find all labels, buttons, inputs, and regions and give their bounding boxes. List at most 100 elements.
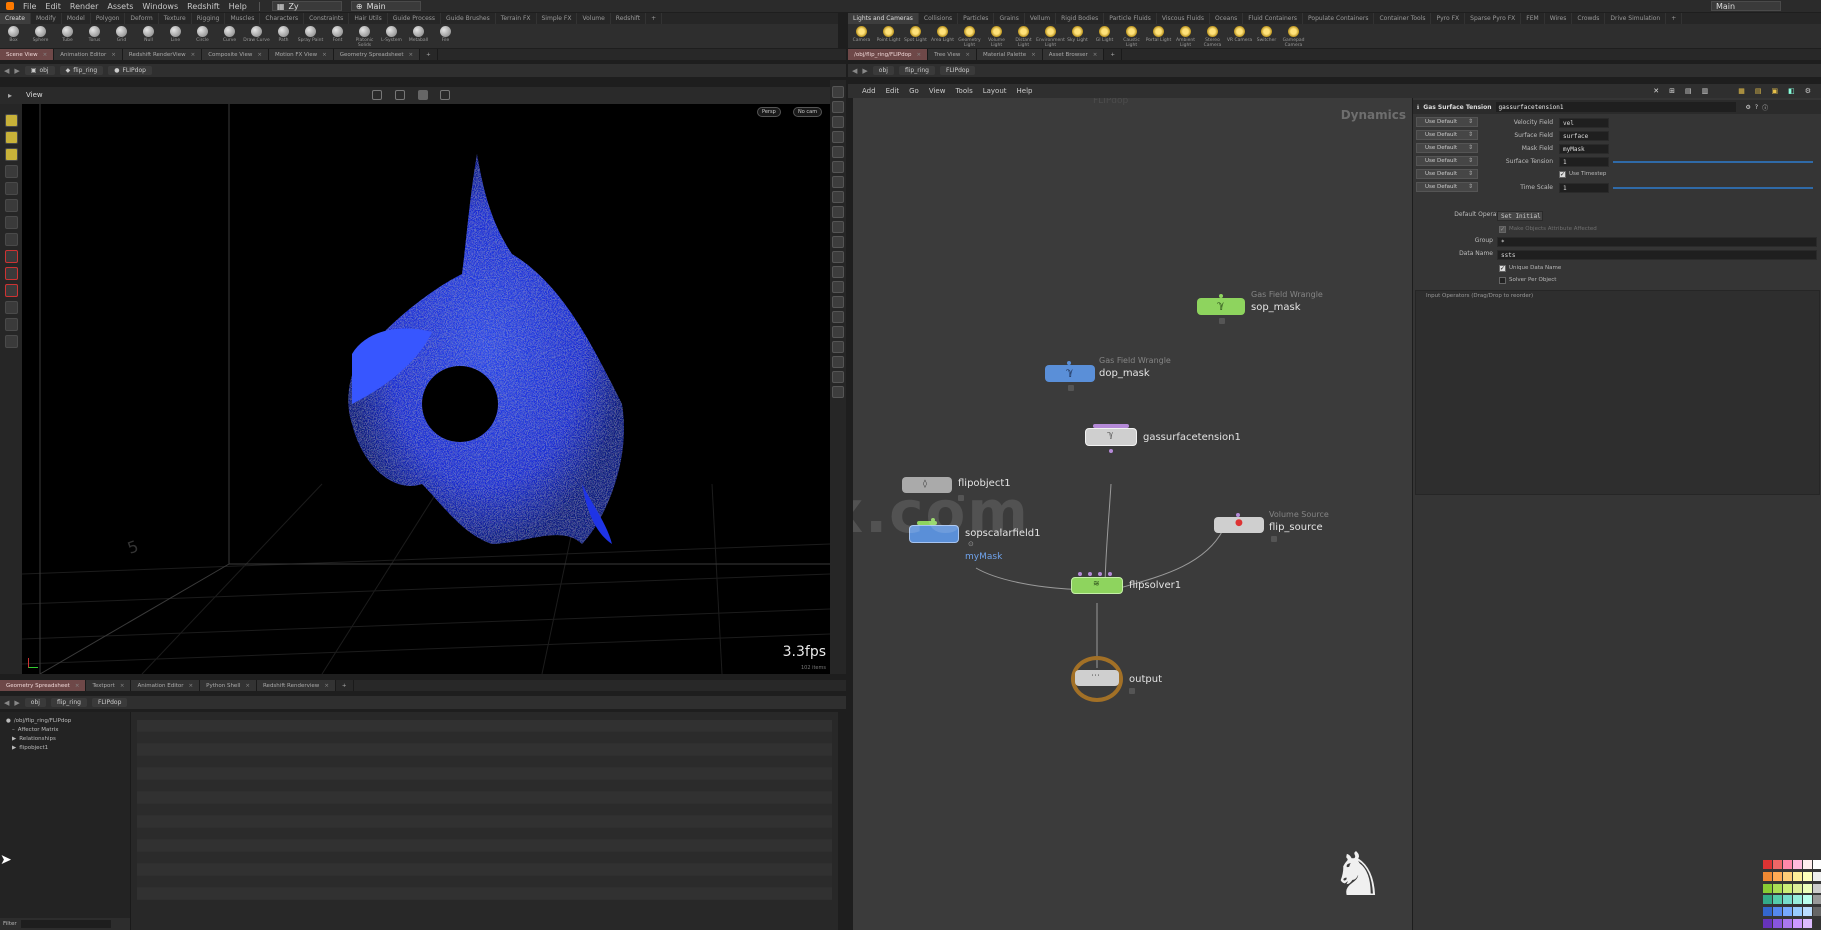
snapshot-icon[interactable] <box>832 386 844 398</box>
shelf-tool-shelf_left-5[interactable]: Null <box>135 26 162 43</box>
param-field-3[interactable]: 1 <box>1559 157 1609 167</box>
net-menu-layout[interactable]: Layout <box>983 87 1007 95</box>
point-display-icon[interactable] <box>832 236 844 248</box>
color-palette[interactable] <box>1763 860 1821 930</box>
palette-swatch-11[interactable] <box>1813 871 1821 881</box>
shadow-icon[interactable] <box>832 176 844 188</box>
shelf-tab-shelf_left-8[interactable]: Characters <box>260 13 305 24</box>
color-icon[interactable]: ▣ <box>1771 87 1778 95</box>
menu-render[interactable]: Render <box>70 2 98 11</box>
palette-swatch-13[interactable] <box>1773 883 1782 893</box>
palette-swatch-19[interactable] <box>1773 895 1782 905</box>
net-crumb-object[interactable]: flip_ring <box>898 66 935 75</box>
shelf-tool-shelf_right-11[interactable]: Portal Light <box>1145 26 1172 43</box>
shelf-tool-shelf_right-10[interactable]: Caustic Light <box>1118 26 1145 48</box>
palette-swatch-18[interactable] <box>1763 895 1772 905</box>
camera-view-icon[interactable] <box>832 371 844 383</box>
shelf-tool-shelf_right-13[interactable]: Stereo Camera <box>1199 26 1226 48</box>
palette-swatch-30[interactable] <box>1763 919 1772 929</box>
net-crumb-dop[interactable]: FLIPdop <box>939 66 976 75</box>
shelf-tab-shelf_right-17[interactable]: Drive Simulation <box>1605 13 1667 24</box>
palette-swatch-21[interactable] <box>1793 895 1802 905</box>
shelf-tool-shelf_right-1[interactable]: Point Light <box>875 26 902 43</box>
shelf-tool-shelf_right-12[interactable]: Ambient Light <box>1172 26 1199 48</box>
capture-icon[interactable] <box>4 301 18 314</box>
render-region-icon[interactable] <box>440 90 450 100</box>
grid-view-icon[interactable]: ▦ <box>1738 87 1745 95</box>
shelf-tool-shelf_right-15[interactable]: Switcher <box>1253 26 1280 43</box>
pane-tab-right_pane_tabs-0[interactable]: /obj/flip_ring/FLIPdop × <box>848 49 929 60</box>
tree-item-relationships[interactable]: ▶ Relationships <box>6 734 126 743</box>
shelf-tab-shelf_right-5[interactable]: Rigid Bodies <box>1056 13 1105 24</box>
shelf-tool-shelf_right-2[interactable]: Spot Light <box>902 26 929 43</box>
shelf-tab-shelf_right-9[interactable]: Fluid Containers <box>1243 13 1304 24</box>
shelf-tool-shelf_right-6[interactable]: Distant Light <box>1010 26 1037 48</box>
net-menu-help[interactable]: Help <box>1017 87 1033 95</box>
network-box-icon[interactable]: ▥ <box>1702 87 1709 95</box>
frame-icon[interactable] <box>832 101 844 113</box>
default-operation-dropdown[interactable]: Set Initial <box>1497 211 1543 221</box>
flipsolver-input-port-3[interactable] <box>1098 572 1102 576</box>
shelf-tab-shelf_right-7[interactable]: Viscous Fluids <box>1157 13 1210 24</box>
shelf-tab-shelf_right-15[interactable]: Wires <box>1545 13 1573 24</box>
palette-swatch-26[interactable] <box>1783 907 1792 917</box>
select-tool-icon[interactable] <box>4 114 18 127</box>
pane-tab-right_pane_tabs-2[interactable]: Material Palette × <box>976 49 1043 60</box>
pane-tab-left_pane_tabs-3[interactable]: Composite View × <box>202 49 269 60</box>
shelf-tab-shelf_right-0[interactable]: Lights and Cameras <box>848 13 919 24</box>
tree-layout-icon[interactable]: ⊞ <box>1669 87 1675 95</box>
palette-swatch-8[interactable] <box>1783 871 1792 881</box>
bottom-forward-arrow-icon[interactable]: ▶ <box>14 699 19 707</box>
shelf-tab-shelf_right-4[interactable]: Vellum <box>1025 13 1057 24</box>
palette-swatch-1[interactable] <box>1773 860 1782 869</box>
shelf-tool-shelf_right-14[interactable]: VR Camera <box>1226 26 1253 43</box>
use-timestep-checkbox[interactable]: ✓ <box>1559 171 1566 178</box>
gassurfacetension-output-port[interactable] <box>1109 449 1113 453</box>
add-pane-tab-right_pane_tabs[interactable]: + <box>1104 49 1122 60</box>
camera-icon[interactable] <box>4 335 18 348</box>
shelf-tab-shelf_left-15[interactable]: Volume <box>577 13 611 24</box>
param-info-icon[interactable]: ⓘ <box>1762 103 1768 112</box>
camera-button[interactable]: No cam <box>793 107 823 117</box>
path-crumb-dop[interactable]: ● FLIPdop <box>108 66 152 75</box>
palette-swatch-10[interactable] <box>1803 871 1812 881</box>
close-icon[interactable]: × <box>965 52 970 58</box>
shelf-tool-shelf_left-13[interactable]: Platonic Solids <box>351 26 378 48</box>
scene-viewport[interactable]: 5 Persp No cam 3.3fps 102 items <box>22 104 830 674</box>
palette-swatch-25[interactable] <box>1773 907 1782 917</box>
magnet-icon[interactable] <box>4 250 18 263</box>
selection-display-icon[interactable] <box>832 311 844 323</box>
network-editor[interactable]: FLIPdop Dynamics ℽ Gas Field Wrangle sop… <box>853 98 1412 930</box>
data-name-field[interactable]: ssts <box>1497 250 1817 260</box>
make-objects-checkbox[interactable]: ✓ <box>1499 226 1506 233</box>
palette-swatch-14[interactable] <box>1783 883 1792 893</box>
shelf-add-tab-shelf_right[interactable]: + <box>1666 13 1683 24</box>
param-field-1[interactable]: surface <box>1559 131 1609 141</box>
shelf-tab-shelf_right-6[interactable]: Particle Fluids <box>1104 13 1157 24</box>
persp-button[interactable]: Persp <box>757 107 781 117</box>
menu-edit[interactable]: Edit <box>45 2 61 11</box>
shelf-tool-shelf_right-16[interactable]: Gamepad Camera <box>1280 26 1307 48</box>
shelf-tab-shelf_left-7[interactable]: Muscles <box>225 13 261 24</box>
ghost-display-icon[interactable] <box>832 326 844 338</box>
flip-source-flag[interactable] <box>1271 536 1277 542</box>
wrench-icon[interactable]: ✕ <box>1653 87 1659 95</box>
shelf-tab-shelf_right-14[interactable]: FEM <box>1521 13 1545 24</box>
camera-tools-icon[interactable] <box>372 90 382 100</box>
palette-swatch-2[interactable] <box>1783 860 1792 869</box>
close-icon[interactable]: × <box>111 52 116 58</box>
pane-tab-right_pane_tabs-1[interactable]: Tree View × <box>928 49 977 60</box>
build-selector[interactable]: ⊕ Main <box>350 1 421 11</box>
dop-mask-flag[interactable] <box>1068 385 1074 391</box>
pane-tab-bottom_pane_tabs-1[interactable]: Textport × <box>86 680 132 691</box>
pane-tab-right_pane_tabs-3[interactable]: Asset Browser × <box>1042 49 1105 60</box>
net-menu-edit[interactable]: Edit <box>886 87 900 95</box>
param-slider-3[interactable] <box>1613 161 1813 163</box>
close-icon[interactable]: × <box>43 52 48 58</box>
palette-swatch-31[interactable] <box>1773 919 1782 929</box>
gear-icon[interactable]: ⚙ <box>1746 104 1751 111</box>
viewport-menu-icon[interactable]: ▸ <box>8 91 12 100</box>
palette-swatch-7[interactable] <box>1773 871 1782 881</box>
shelf-tool-shelf_left-12[interactable]: Font <box>324 26 351 43</box>
background-icon[interactable] <box>832 206 844 218</box>
